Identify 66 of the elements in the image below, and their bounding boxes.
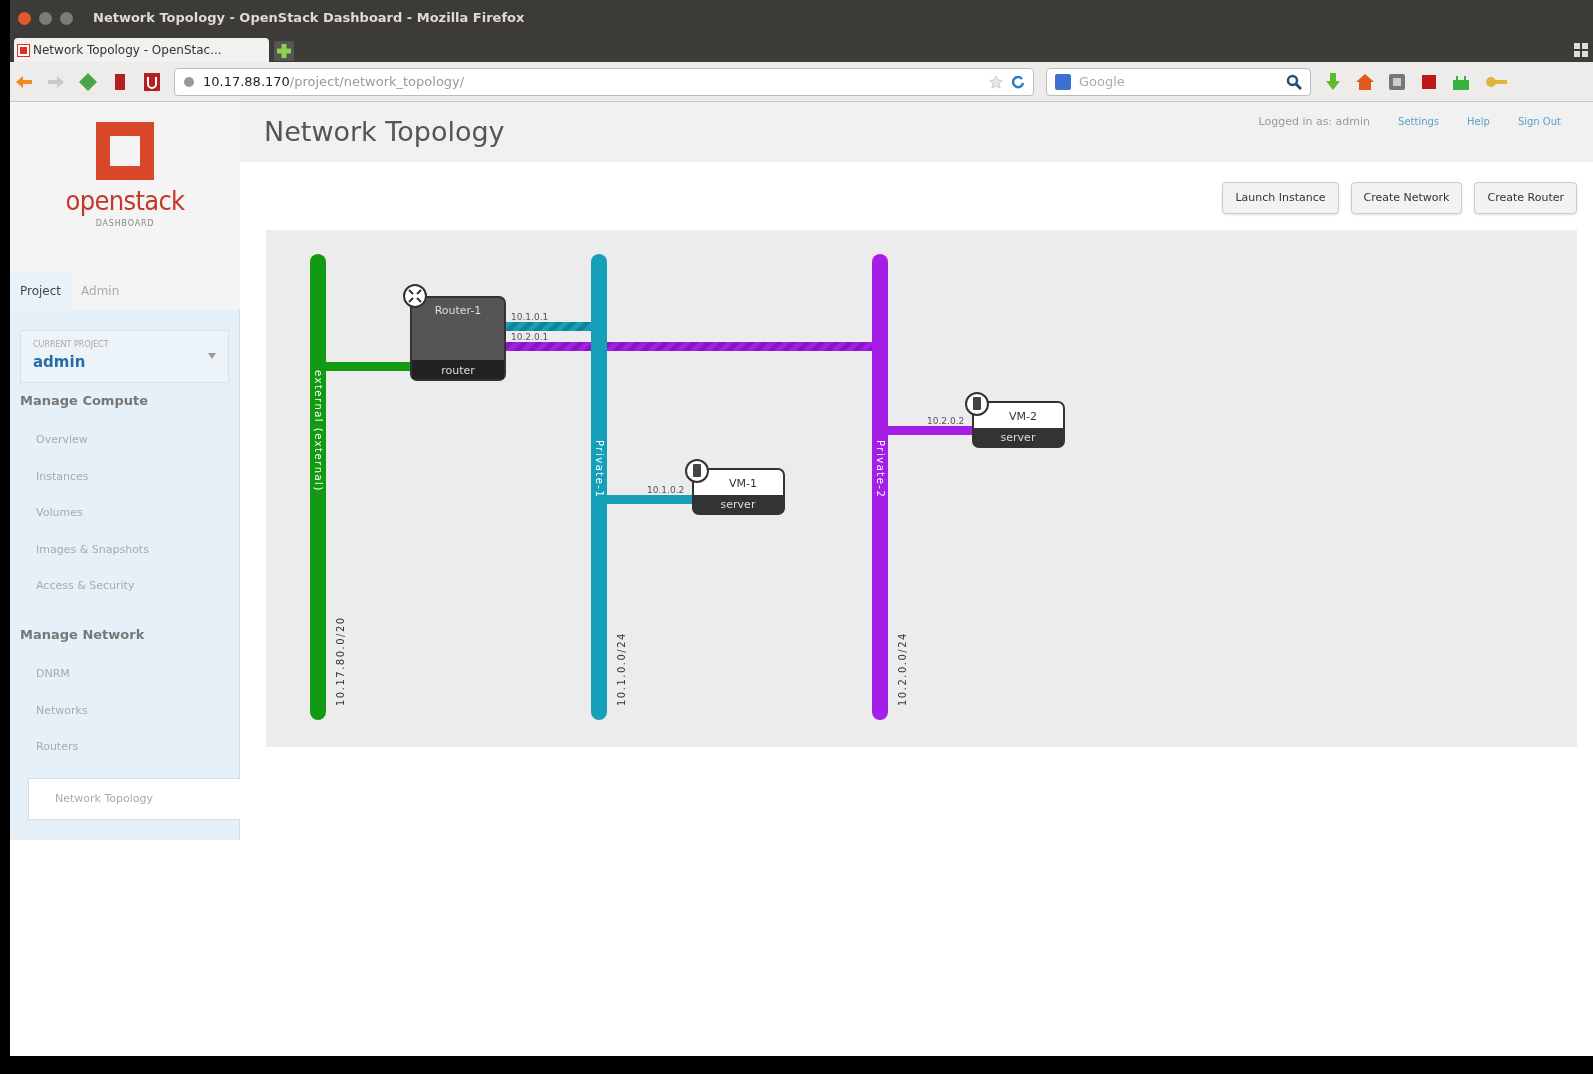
star-icon[interactable] (989, 74, 1003, 89)
site-icon (18, 44, 29, 56)
server-icon (685, 459, 709, 483)
grid-icon[interactable] (1573, 42, 1589, 58)
router-name: Router-1 (434, 304, 482, 317)
action-button[interactable]: Create Network (1350, 182, 1463, 214)
node-type: server (1000, 431, 1036, 444)
header-link[interactable]: Help (1467, 114, 1490, 129)
network-cidr: 10.2.0.0/24 (897, 632, 908, 706)
node-type: router (441, 364, 475, 377)
search-field[interactable]: Google (1079, 71, 1278, 92)
router-icon (403, 284, 427, 308)
network-name: Private-1 (594, 440, 605, 499)
logged-in-text: Logged in as: admin (1258, 114, 1371, 130)
server-icon (965, 392, 989, 416)
port-address: 10.1.0.2 (647, 485, 685, 495)
search-engine-icon (1055, 73, 1071, 90)
server-name: VM-2 (1009, 410, 1037, 423)
header-link[interactable]: Sign Out (1517, 114, 1561, 129)
sidebar-nav-item[interactable]: Instances (10, 458, 239, 495)
logo-text: openstack (65, 184, 185, 218)
search-icon[interactable] (1286, 73, 1302, 90)
logo-subtitle: DASHBOARD (95, 217, 155, 230)
sidebar-tab[interactable]: Project (10, 272, 72, 310)
address-bar[interactable]: 10.17.88.170/project/network_topology/ (174, 67, 1034, 96)
u-icon[interactable] (142, 71, 162, 92)
project-selector[interactable]: CURRENT PROJECT admin (20, 330, 229, 383)
sidebar-nav-item[interactable]: Access & Security (10, 568, 239, 605)
maximize-window-button[interactable] (60, 11, 73, 25)
sidebar-nav-item[interactable]: Overview (10, 422, 239, 459)
node-type: server (720, 498, 756, 511)
sidebar-tab[interactable]: Admin (71, 272, 130, 310)
sidebar-nav-item[interactable]: Networks (10, 692, 239, 729)
diamond-icon[interactable] (78, 71, 98, 92)
project-name: admin (33, 352, 87, 373)
header-link[interactable]: Settings (1398, 114, 1440, 129)
caret-icon (208, 353, 216, 360)
action-button[interactable]: Launch Instance (1222, 182, 1339, 214)
search-bar[interactable]: Google (1046, 67, 1311, 96)
server-name: VM-1 (729, 477, 757, 490)
minimize-window-button[interactable] (39, 11, 52, 25)
port-address: 10.2.0.1 (511, 332, 549, 342)
port-address: 10.1.0.1 (511, 312, 549, 322)
sidebar-nav-item[interactable]: Volumes (10, 495, 239, 532)
network-cidr: 10.1.0.0/24 (616, 632, 627, 706)
port-address: 10.2.0.2 (927, 416, 965, 426)
action-button[interactable]: Create Router (1474, 182, 1577, 214)
sidebar-nav-item[interactable]: Images & Snapshots (10, 531, 239, 568)
page-title: Network Topology (264, 114, 506, 149)
close-window-button[interactable] (18, 11, 31, 25)
home-icon[interactable] (1355, 71, 1375, 92)
new-tab-icon[interactable] (273, 40, 295, 62)
screen-icon[interactable] (1387, 71, 1407, 92)
sidebar-nav-item[interactable]: Routers (10, 729, 239, 766)
browser-tab[interactable]: Network Topology - OpenStac... (14, 38, 269, 62)
download-icon[interactable] (1323, 71, 1343, 92)
section-heading: Manage Compute (19, 391, 149, 410)
project-label: CURRENT PROJECT (33, 339, 110, 351)
section-heading: Manage Network (19, 625, 146, 644)
network-cidr: 10.17.80.0/20 (335, 616, 346, 706)
sidebar-nav-item[interactable]: Network Topology (28, 777, 240, 820)
sidebar-nav-item[interactable]: DNRM (10, 656, 239, 693)
network-name: Private-2 (875, 440, 886, 499)
reload-icon[interactable] (1011, 74, 1025, 89)
network-name: external (external) (313, 370, 324, 492)
window-title: Network Topology - OpenStack Dashboard - Mozilla Firefox (93, 9, 525, 28)
